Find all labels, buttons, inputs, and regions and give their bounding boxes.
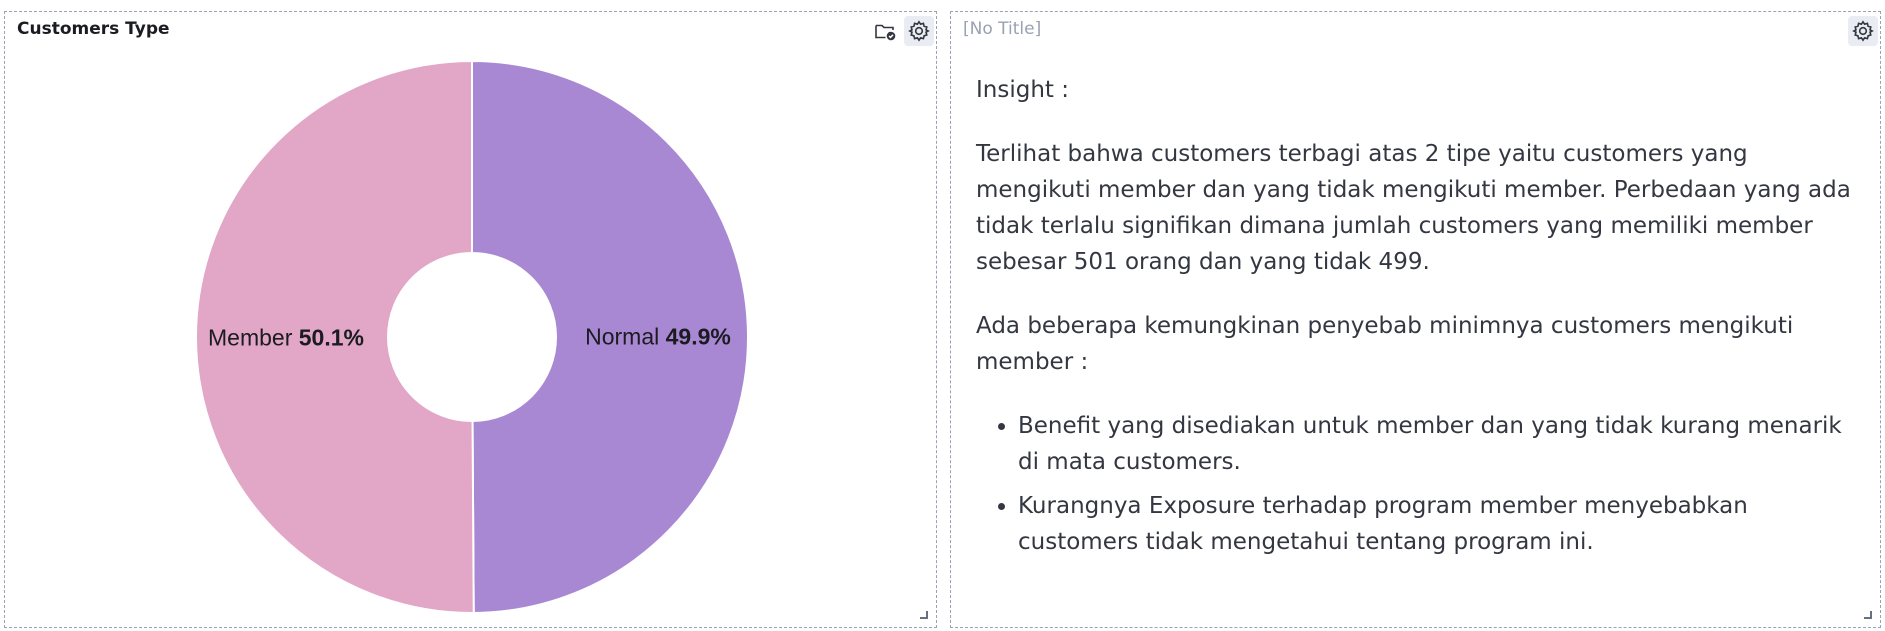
insight-paragraph: Terlihat bahwa customers terbagi atas 2 … bbox=[976, 141, 1851, 275]
insight-bullet: Benefit yang disediakan untuk member dan… bbox=[1018, 408, 1856, 480]
insight-heading: Insight : bbox=[976, 77, 1069, 103]
insight-paragraph: Ada beberapa kemungkinan penyebab minimn… bbox=[976, 313, 1794, 375]
insight-bullet: Kurangnya Exposure terhadap program memb… bbox=[1018, 488, 1856, 560]
text-panel: [No Title] Insight : Terlihat bahwa cust… bbox=[950, 11, 1881, 628]
chart-panel: Customers Type Normal 49.9% Member 50.1% bbox=[4, 11, 937, 628]
slice-label-normal: Normal 49.9% bbox=[585, 323, 731, 349]
resize-handle[interactable] bbox=[1864, 611, 1872, 619]
resize-handle[interactable] bbox=[920, 611, 928, 619]
insight-bullet-list: Benefit yang disediakan untuk member dan… bbox=[1018, 408, 1856, 560]
insight-text: Insight : Terlihat bahwa customers terba… bbox=[976, 72, 1856, 568]
donut-chart: Normal 49.9% Member 50.1% bbox=[195, 59, 750, 615]
text-panel-title: [No Title] bbox=[963, 19, 1042, 39]
text-panel-actions bbox=[1848, 16, 1878, 46]
slice-label-member: Member 50.1% bbox=[208, 325, 364, 351]
gear-icon[interactable] bbox=[1848, 16, 1878, 46]
